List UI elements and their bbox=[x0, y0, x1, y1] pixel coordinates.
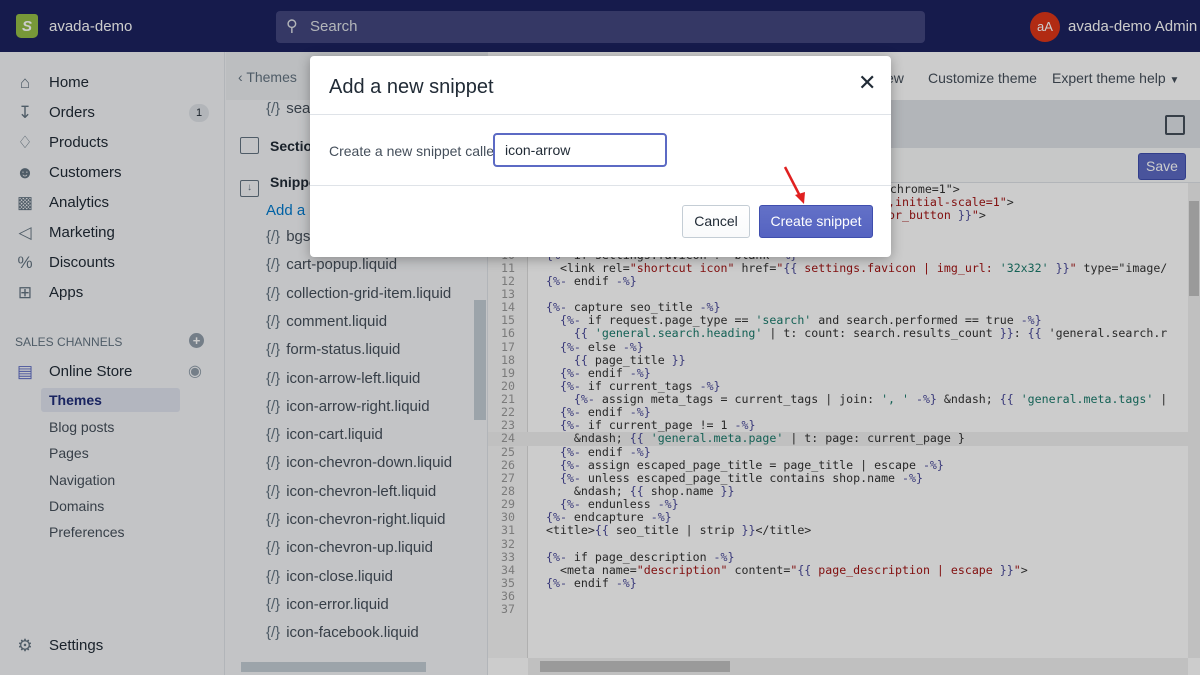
divider bbox=[310, 114, 891, 115]
close-icon[interactable]: ✕ bbox=[858, 70, 876, 96]
cancel-button[interactable]: Cancel bbox=[682, 205, 750, 238]
annotation-arrow-icon bbox=[783, 166, 805, 204]
snippet-name-label: Create a new snippet called bbox=[329, 143, 502, 159]
dialog-title: Add a new snippet bbox=[329, 76, 494, 98]
snippet-name-input[interactable] bbox=[493, 133, 667, 167]
add-snippet-dialog: Add a new snippet ✕ Create a new snippet… bbox=[310, 56, 891, 257]
